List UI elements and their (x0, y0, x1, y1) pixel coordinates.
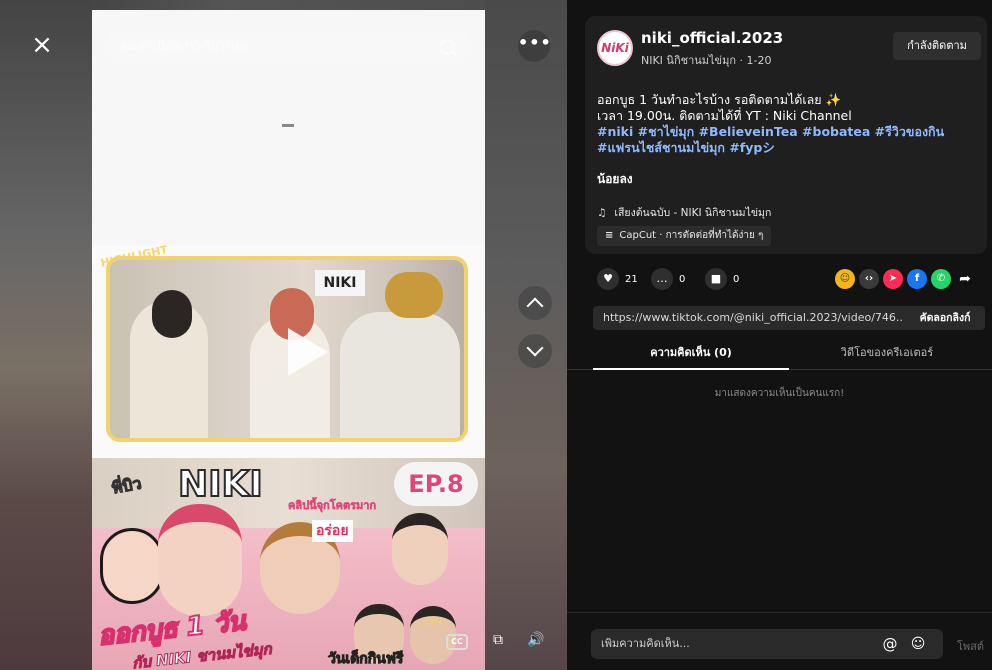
thumbnail-bottom-text: วันเด็กกินฟรี (327, 651, 404, 668)
caption-line: ออกบูธ 1 วันทำอะไรบ้าง รอติดตามได้เลย ✨ (597, 92, 842, 107)
following-button[interactable]: กำลังติดตาม (893, 32, 981, 60)
person-shape (158, 504, 242, 616)
music-note-icon: ♫ (597, 207, 607, 219)
video-thumbnail-ep: พี่บิว NIKI คลิปนี้จุกโคตรมาก อร่อย EP.8… (92, 458, 485, 670)
show-less-button[interactable]: น้อยลง (597, 170, 633, 189)
niki-brand-logo: NIKI (177, 463, 264, 506)
comment-button[interactable]: … 0 (651, 268, 685, 292)
caption-line: เวลา 19.00น. ติดตามได้ที่ YT : Niki Chan… (597, 108, 852, 123)
display-name: NIKI นิกิชานมไข่มุก · 1-20 (641, 54, 772, 67)
thumbnail-pbiw-text: พี่บิว (110, 473, 144, 498)
hashtag-line[interactable]: #แฟรนไชส์ชานมไข่มุก #fypシ (597, 140, 977, 156)
capcut-link[interactable]: ≡ CapCut · การตัดต่อที่ทำได้ง่าย ๆ (597, 226, 772, 246)
like-count: 21 (625, 274, 638, 285)
volume-icon: 🔊 (527, 632, 545, 648)
hashtags[interactable]: #niki #ชาไข่มุก #BelieveinTea #bobatea #… (597, 124, 977, 156)
capcut-label: CapCut · การตัดต่อที่ทำได้ง่าย ๆ (619, 230, 764, 241)
mention-icon[interactable]: @ (881, 635, 899, 653)
person-head-shape (385, 272, 443, 318)
profile-card: NiKi niki_official.2023 NIKI นิกิชานมไข่… (585, 16, 987, 254)
store-sign: NIKI (315, 270, 365, 296)
username-link[interactable]: niki_official.2023 (641, 29, 783, 47)
search-divider (425, 39, 426, 57)
video-area: HIGHLIGHT NIKI พี่บิว NIKI (0, 0, 567, 670)
avatar[interactable]: NiKi (597, 30, 633, 66)
search-icon[interactable] (439, 39, 455, 55)
previous-video-button[interactable] (518, 286, 552, 320)
save-button[interactable]: ■ 0 (705, 268, 739, 292)
copy-link-button[interactable]: คัดลอกลิงก์ (905, 306, 985, 330)
person-head-shape (152, 290, 192, 338)
video-url[interactable]: https://www.tiktok.com/@niki_official.20… (603, 306, 903, 330)
capcut-icon: ≡ (605, 230, 614, 241)
more-options-button[interactable]: ••• (518, 30, 552, 62)
chevron-up-icon (526, 297, 544, 315)
captions-icon: CC (451, 637, 463, 646)
episode-badge: EP.8 (394, 462, 478, 506)
person-shape (100, 528, 164, 604)
person-shape (340, 312, 460, 438)
emoji-icon[interactable]: ☺ (909, 635, 927, 653)
music-title: เสียงต้นฉบับ - NIKI นิกิชานมไข่มุก (614, 207, 772, 219)
like-button[interactable]: ♥ 21 (597, 268, 638, 292)
engagement-bar: ♥ 21 … 0 ■ 0 ☺ ‹› ➤ f ✆ ➦ (585, 268, 987, 292)
no-comments-message: มาแสดงความเห็นเป็นคนแรก! (714, 388, 845, 399)
music-link[interactable]: ♫ เสียงต้นฉบับ - NIKI นิกิชานมไข่มุก (597, 204, 771, 221)
facebook-share-icon[interactable]: f (907, 269, 927, 289)
video-dash (282, 124, 294, 127)
search-bar[interactable] (104, 30, 472, 64)
save-count: 0 (733, 274, 740, 285)
post-comment-button[interactable]: โพสต์ (957, 637, 984, 655)
more-icon: ••• (518, 33, 552, 52)
close-icon: × (31, 30, 53, 60)
next-video-button[interactable] (518, 334, 552, 368)
hashtag-line[interactable]: #niki #ชาไข่มุก #BelieveinTea #bobatea #… (597, 124, 977, 140)
search-input[interactable] (119, 39, 419, 54)
chevron-down-icon (526, 339, 544, 357)
share-arrow-icon[interactable]: ➦ (955, 269, 975, 289)
tab-creator-videos[interactable]: วิดีโอของครีเอเตอร์ (789, 336, 985, 370)
close-button[interactable]: × (28, 32, 56, 60)
picture-in-picture-button[interactable]: ⧉ (484, 628, 512, 652)
whatsapp-share-icon[interactable]: ✆ (931, 269, 951, 289)
video-blur-left (0, 0, 92, 670)
video-player[interactable]: HIGHLIGHT NIKI พี่บิว NIKI (92, 10, 485, 670)
play-icon[interactable] (288, 328, 328, 376)
tab-comments[interactable]: ความคิดเห็น (0) (593, 336, 789, 370)
person-shape (392, 513, 448, 585)
comment-input-wrapper[interactable]: @ ☺ (591, 629, 943, 659)
video-link-box: https://www.tiktok.com/@niki_official.20… (593, 306, 985, 330)
comment-count: 0 (679, 274, 686, 285)
comment-composer: @ ☺ โพสต์ (567, 612, 992, 670)
panel-tabs: ความคิดเห็น (0) วิดีโอของครีเอเตอร์ (567, 336, 992, 370)
pip-icon: ⧉ (493, 632, 503, 648)
app-root: HIGHLIGHT NIKI พี่บิว NIKI (0, 0, 992, 670)
video-caption: ออกบูธ 1 วันทำอะไรบ้าง รอติดตามได้เลย ✨ … (597, 92, 977, 124)
embed-code-icon[interactable]: ‹› (859, 269, 879, 289)
share-friends-icon[interactable]: ☺ (835, 269, 855, 289)
video-clip-highlight: NIKI (106, 256, 468, 442)
comment-icon: … (651, 268, 673, 290)
bookmark-icon: ■ (705, 268, 727, 290)
thumbnail-deco-text: ฟรี!! (422, 618, 443, 629)
thumbnail-clip-tag: คลิปนี้จุกโคตรมาก (288, 499, 377, 513)
thumbnail-yummy-text: อร่อย (312, 520, 353, 542)
volume-button[interactable]: 🔊 (522, 628, 550, 652)
send-to-friends-icon[interactable]: ➤ (883, 269, 903, 289)
heart-icon: ♥ (597, 268, 619, 290)
comment-input[interactable] (601, 637, 861, 650)
captions-button[interactable]: CC (446, 634, 468, 650)
details-panel: NiKi niki_official.2023 NIKI นิกิชานมไข่… (567, 0, 992, 670)
